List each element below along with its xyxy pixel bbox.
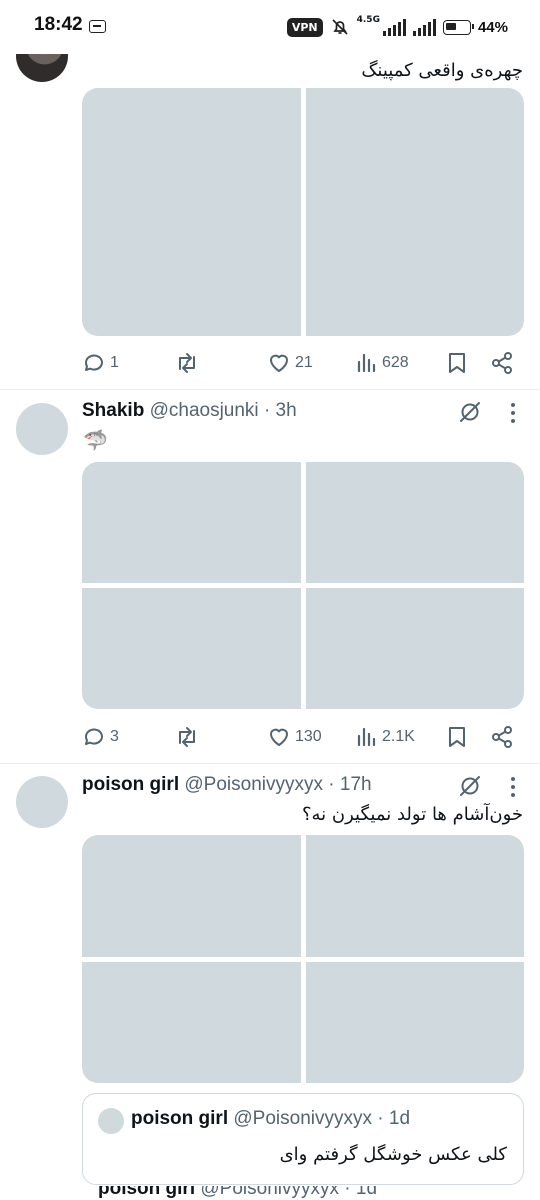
share-icon [492, 352, 512, 374]
views-icon [357, 727, 376, 747]
quoted-user-handle: @Poisonivyyxyx [233, 1108, 372, 1129]
status-time: 18:42 [34, 14, 83, 35]
retweet-icon [179, 727, 195, 747]
tweet-text: 🦈 [83, 430, 108, 452]
tweet-media[interactable] [82, 88, 524, 336]
like-count: 130 [295, 728, 322, 745]
retweet-button[interactable] [174, 723, 200, 751]
peek-time: · 1d [344, 1186, 378, 1199]
vpn-icon: VPN [286, 17, 323, 37]
reply-count: 1 [110, 354, 119, 371]
more-icon[interactable] [510, 776, 516, 798]
quoted-avatar [98, 1108, 124, 1134]
bookmark-button[interactable] [446, 723, 468, 751]
reply-icon [85, 354, 103, 371]
quoted-header: poison girl @Poisonivyyxyx · 1d [131, 1108, 410, 1130]
next-quoted-tweet-peek[interactable]: poison girl @Poisonivyyxyx · 1d [98, 1186, 538, 1200]
tweet-time: · 17h [328, 774, 372, 795]
status-icons: VPN 4.5G 44% [286, 15, 508, 39]
status-bar: 18:42 VPN 4.5G 44% [0, 0, 540, 54]
tweet-actions: 1 21 628 [82, 349, 522, 377]
quoted-time: · 1d [377, 1108, 411, 1129]
share-icon [492, 726, 512, 748]
media-image[interactable] [305, 835, 524, 957]
peek-header: poison girl @Poisonivyyxyx · 1d [98, 1186, 377, 1200]
views-icon [357, 353, 376, 373]
views-count: 2.1K [382, 728, 415, 745]
more-icon[interactable] [510, 402, 516, 424]
battery-percent: 44% [477, 18, 508, 36]
reply-count: 3 [110, 728, 119, 745]
heart-icon [270, 354, 288, 372]
media-image[interactable] [82, 88, 301, 336]
tweet-text: چهره‌ی واقعی کمپینگ [361, 60, 523, 81]
heart-icon [270, 728, 288, 746]
user-name[interactable]: Shakib [82, 400, 144, 421]
tweet-media[interactable] [82, 462, 524, 709]
screen-recorder-icon [89, 20, 106, 33]
user-handle[interactable]: @Poisonivyyxyx [184, 774, 323, 795]
signal-icon [382, 18, 406, 36]
bookmark-icon [449, 727, 465, 747]
tweet[interactable]: Shakib @chaosjunki · 3h 🦈 3 130 2.1K [0, 390, 540, 764]
share-button[interactable] [490, 349, 514, 377]
reply-icon [85, 728, 103, 745]
quoted-user-name: poison girl [131, 1108, 229, 1129]
media-image[interactable] [82, 462, 301, 583]
user-name[interactable]: poison girl [82, 774, 179, 795]
signal-icon-2 [412, 18, 436, 36]
media-image[interactable] [305, 961, 524, 1083]
battery-icon [442, 19, 474, 35]
share-button[interactable] [490, 723, 514, 751]
tweet-header: Shakib @chaosjunki · 3h [82, 400, 297, 422]
reply-button[interactable]: 3 [82, 723, 119, 751]
bookmark-icon [449, 353, 465, 373]
like-button[interactable]: 21 [267, 349, 313, 377]
grok-icon[interactable] [458, 400, 482, 424]
avatar[interactable] [16, 776, 68, 828]
like-count: 21 [295, 354, 313, 371]
tweet-header: poison girl @Poisonivyyxyx · 17h [82, 774, 372, 796]
avatar[interactable] [16, 403, 68, 455]
media-image[interactable] [82, 588, 301, 709]
network-type: 4.5G [356, 15, 380, 25]
retweet-button[interactable] [174, 349, 200, 377]
retweet-icon [179, 353, 195, 373]
media-image[interactable] [82, 961, 301, 1083]
like-button[interactable]: 130 [267, 723, 322, 751]
tweet-actions: 3 130 2.1K [82, 723, 522, 751]
quoted-tweet[interactable]: poison girl @Poisonivyyxyx · 1d کلی عکس … [82, 1093, 524, 1185]
quoted-text: کلی عکس خوشگل گرفتم وای [279, 1144, 507, 1165]
media-image[interactable] [305, 588, 524, 709]
tweet-time: · 3h [263, 400, 297, 421]
media-image[interactable] [305, 88, 524, 336]
tweet[interactable]: poison girl @Poisonivyyxyx · 17h خون‌آشا… [0, 764, 540, 1200]
views-button[interactable]: 628 [356, 349, 409, 377]
views-button[interactable]: 2.1K [356, 723, 415, 751]
views-count: 628 [382, 354, 409, 371]
bookmark-button[interactable] [446, 349, 468, 377]
peek-user-handle: @Poisonivyyxyx [200, 1186, 339, 1199]
user-handle[interactable]: @chaosjunki [150, 400, 259, 421]
tweet-text: خون‌آشام ها تولد نمیگیرن نه؟ [301, 804, 523, 825]
media-image[interactable] [82, 835, 301, 957]
reply-button[interactable]: 1 [82, 349, 119, 377]
peek-user-name: poison girl [98, 1186, 196, 1199]
tweet[interactable]: چهره‌ی واقعی کمپینگ 1 21 628 [0, 0, 540, 390]
grok-icon[interactable] [458, 774, 482, 798]
media-image[interactable] [305, 462, 524, 583]
tweet-media[interactable] [82, 835, 524, 1083]
mute-icon [332, 19, 348, 35]
